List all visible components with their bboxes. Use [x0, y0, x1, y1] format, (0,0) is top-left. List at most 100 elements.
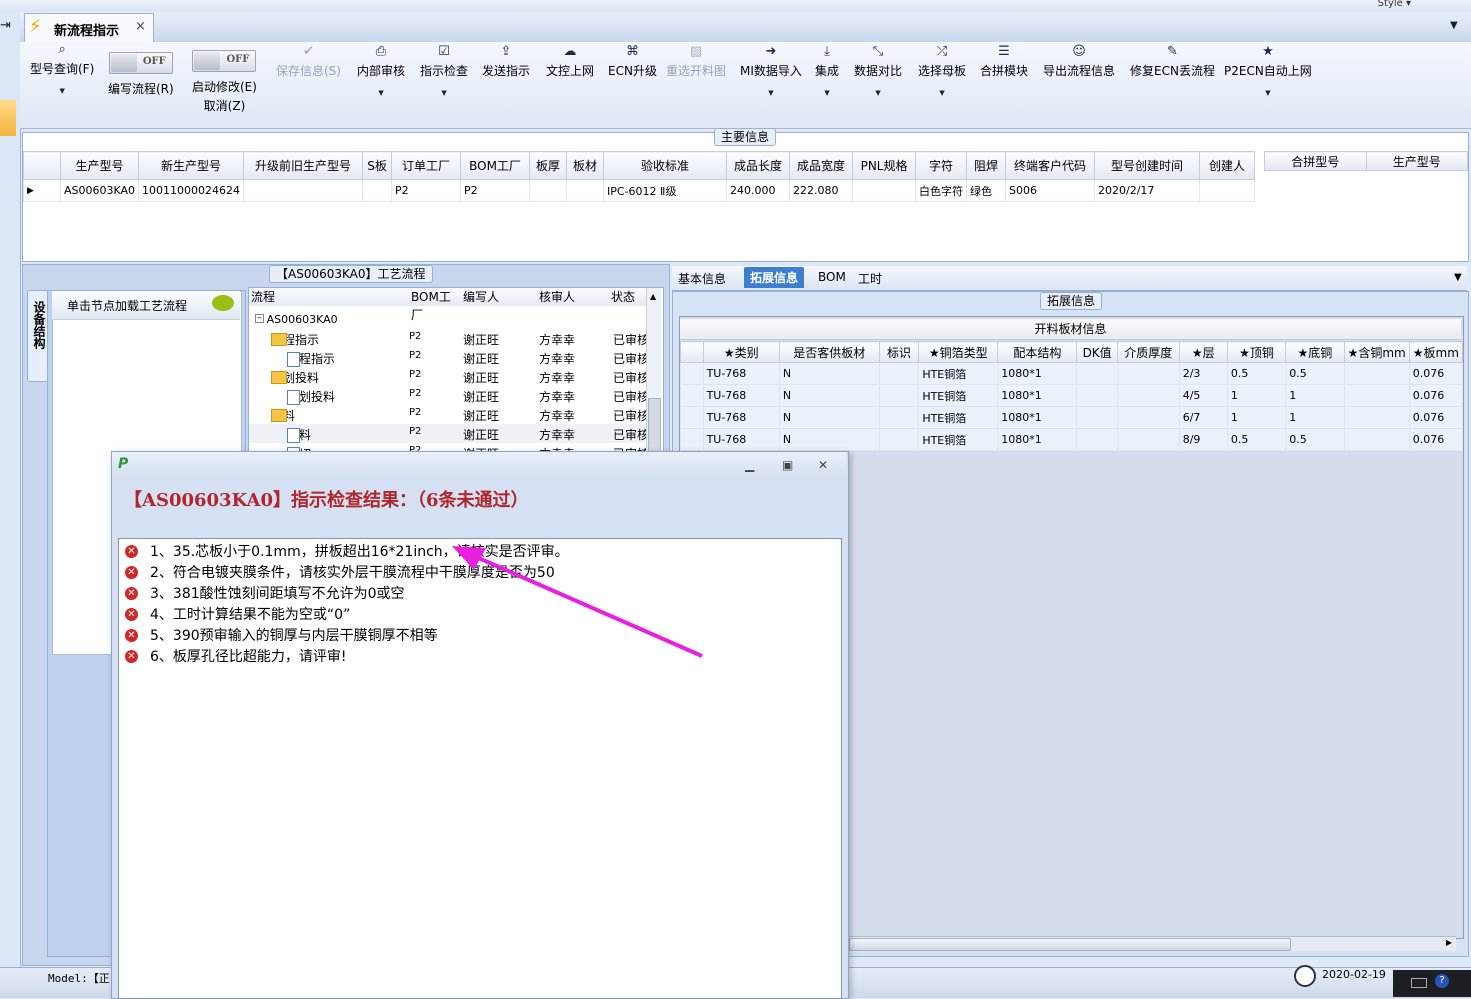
column-header[interactable]: 配本结构: [997, 341, 1078, 363]
table-cell[interactable]: [566, 179, 605, 202]
column-header[interactable]: ★底铜: [1285, 341, 1345, 363]
table-cell[interactable]: 0.076: [1408, 406, 1464, 429]
table-row[interactable]: ▶ AS00603KA0 10011000024624 P2 P2 IPC-6012 Ⅱ级…: [23, 179, 1256, 202]
table-cell[interactable]: 2/3: [1178, 362, 1228, 385]
dropdown-arrow-icon[interactable]: ▼: [420, 89, 468, 97]
table-cell[interactable]: 240.000: [726, 179, 791, 202]
table-cell[interactable]: 10011000024624: [138, 179, 245, 202]
table-cell[interactable]: 1080*1: [997, 362, 1078, 385]
table-cell[interactable]: [1116, 428, 1180, 451]
table-cell[interactable]: [1116, 406, 1180, 429]
table-row[interactable]: TU-768 N HTE铜箔 1080*1 8/9 0.5 0.5 0.076: [680, 428, 1464, 451]
table-cell[interactable]: [529, 179, 568, 202]
table-cell[interactable]: [1116, 384, 1180, 407]
row-selector[interactable]: [680, 362, 704, 385]
table-cell[interactable]: [1076, 362, 1118, 385]
table-cell[interactable]: HTE铜箔: [918, 428, 999, 451]
table-cell[interactable]: 白色字符: [915, 179, 968, 202]
column-header[interactable]: 合拼型号: [1264, 151, 1367, 171]
maximize-button[interactable]: ▣: [782, 458, 793, 472]
scroll-thumb[interactable]: [648, 398, 661, 456]
table-cell[interactable]: TU-768: [702, 362, 780, 385]
toolbar-button-15[interactable]: ☺ 导出流程信息: [1043, 44, 1115, 79]
scroll-up-icon[interactable]: ▲: [650, 292, 656, 301]
table-cell[interactable]: [1116, 362, 1180, 385]
table-cell[interactable]: P2: [391, 179, 462, 202]
error-list[interactable]: ✕ 1、35.芯板小于0.1mm，拼板超出16*21inch，请核实是否评审。 ✕ 2…: [118, 538, 842, 999]
toggle-switch[interactable]: OFF: [108, 52, 173, 74]
column-header[interactable]: 字符: [915, 151, 968, 180]
dropdown-arrow-icon[interactable]: ▼: [30, 87, 94, 95]
tree-scrollbar[interactable]: ▲: [646, 288, 661, 456]
toolbar-button-3[interactable]: ✔ 保存信息(S): [276, 44, 341, 79]
table-cell[interactable]: N: [778, 406, 880, 429]
column-header[interactable]: 板材: [566, 151, 605, 180]
table-cell[interactable]: HTE铜箔: [918, 406, 999, 429]
table-cell[interactable]: [1076, 406, 1118, 429]
table-cell[interactable]: [878, 428, 920, 451]
scroll-right-icon[interactable]: ▶: [1446, 938, 1452, 947]
table-cell[interactable]: [1343, 362, 1410, 385]
tree-column-header[interactable]: 编写人: [461, 288, 540, 306]
column-header[interactable]: ★层: [1178, 341, 1228, 363]
table-cell[interactable]: S006: [1005, 179, 1096, 202]
tree-node[interactable]: 开料 P2 谢正旺 方幸幸 已审核: [249, 424, 649, 443]
table-cell[interactable]: IPC-6012 Ⅱ级: [603, 179, 728, 202]
table-cell[interactable]: 4/5: [1178, 384, 1228, 407]
column-header[interactable]: 创建人: [1199, 151, 1256, 180]
table-cell[interactable]: [1343, 428, 1410, 451]
toolbar-button-13[interactable]: ⤮ 选择母板 ▼: [918, 44, 966, 97]
table-cell[interactable]: [878, 406, 920, 429]
column-header[interactable]: 成品宽度: [789, 151, 854, 180]
table-cell[interactable]: HTE铜箔: [918, 362, 999, 385]
tree-node[interactable]: −流程指示 P2 谢正旺 方幸幸 已审核: [249, 329, 649, 348]
table-cell[interactable]: N: [778, 362, 880, 385]
error-item[interactable]: ✕ 3、381酸性蚀刻间距填写不允许为0或空: [125, 583, 405, 604]
table-row[interactable]: TU-768 N HTE铜箔 1080*1 6/7 1 1 0.076: [680, 406, 1464, 429]
table-cell[interactable]: 1: [1285, 384, 1345, 407]
tree-node[interactable]: −⌂AS00603KA0: [249, 310, 647, 329]
table-cell[interactable]: TU-768: [702, 428, 780, 451]
table-cell[interactable]: [1076, 384, 1118, 407]
table-cell[interactable]: [878, 384, 920, 407]
tab-list-dropdown-icon[interactable]: ▼: [1450, 20, 1458, 31]
error-item[interactable]: ✕ 4、工时计算结果不能为空或“0”: [125, 604, 350, 625]
tree-column-header[interactable]: 核审人: [537, 288, 612, 306]
table-cell[interactable]: [1343, 384, 1410, 407]
table-cell[interactable]: AS00603KA0: [59, 179, 140, 202]
toolbar-button-9[interactable]: ▨ 重选开料图: [666, 44, 726, 79]
column-header[interactable]: ★类别: [702, 341, 780, 363]
style-menu[interactable]: Style ▾: [1378, 0, 1411, 9]
table-cell[interactable]: 0.5: [1285, 362, 1345, 385]
right-tab-dropdown-icon[interactable]: ▼: [1454, 272, 1462, 283]
column-header[interactable]: 验收标准: [603, 151, 728, 180]
dropdown-arrow-icon[interactable]: ▼: [357, 89, 405, 97]
tab-3[interactable]: 工时: [858, 270, 882, 287]
row-selector[interactable]: [680, 428, 704, 451]
error-item[interactable]: ✕ 1、35.芯板小于0.1mm，拼板超出16*21inch，请核实是否评审。: [125, 541, 569, 562]
table-cell[interactable]: N: [778, 384, 880, 407]
column-header[interactable]: 介质厚度: [1116, 341, 1180, 363]
toolbar-button-14[interactable]: ☰ 合拼模块: [980, 44, 1028, 79]
table-cell[interactable]: 1: [1226, 384, 1287, 407]
error-item[interactable]: ✕ 2、符合电镀夹膜条件，请核实外层干膜流程中干膜厚度是否为50: [125, 562, 555, 583]
toolbar-button-17[interactable]: ★ P2ECN自动上网 ▼: [1224, 44, 1312, 97]
column-header[interactable]: BOM工厂: [460, 151, 531, 180]
column-header[interactable]: 阻焊: [966, 151, 1007, 180]
dropdown-arrow-icon[interactable]: ▼: [815, 89, 839, 97]
dropdown-arrow-icon[interactable]: ▼: [918, 89, 966, 97]
column-header[interactable]: 新生产型号: [138, 151, 245, 180]
table-cell[interactable]: 0.076: [1408, 428, 1464, 451]
comment-icon[interactable]: [212, 295, 234, 311]
table-row[interactable]: TU-768 N HTE铜箔 1080*1 4/5 1 1 0.076: [680, 384, 1464, 407]
keyboard-icon[interactable]: [1411, 978, 1427, 988]
toolbar-button-0[interactable]: ⌕ 型号查询(F) ▼: [30, 42, 94, 95]
table-cell[interactable]: 1: [1226, 406, 1287, 429]
table-cell[interactable]: 绿色: [966, 179, 1007, 202]
tree-column-header[interactable]: 流程: [249, 288, 412, 306]
exit-icon[interactable]: ⇥: [0, 18, 16, 34]
table-cell[interactable]: 1: [1285, 406, 1345, 429]
table-cell[interactable]: 0.5: [1226, 362, 1287, 385]
toolbar-button-1[interactable]: OFF 编写流程(R): [108, 44, 174, 97]
table-cell[interactable]: 2020/2/17: [1094, 179, 1201, 202]
